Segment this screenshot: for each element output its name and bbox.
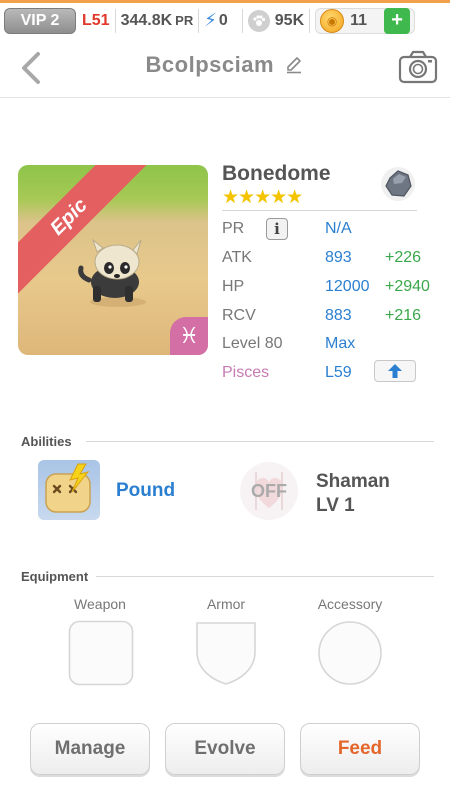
lightning-icon: ⚡ — [204, 10, 217, 30]
coin-icon: ◉ — [320, 8, 345, 33]
zodiac-level: L59 — [325, 364, 352, 381]
stat-label: ATK — [222, 249, 252, 266]
pisces-icon: ♓ — [170, 317, 208, 355]
power-unit: PR — [175, 13, 194, 28]
ability-pound-icon[interactable] — [38, 460, 100, 520]
status-bar: VIP 2 L51 344.8K PR ⚡ 0 95K ◉ 11 + — [0, 0, 450, 38]
stat-row-pr: PR i N/A — [222, 218, 437, 244]
info-icon[interactable]: i — [266, 218, 288, 240]
stat-value: N/A — [325, 220, 352, 237]
passive-state-label: OFF — [251, 481, 287, 501]
page-header: Bcolpsciam — [0, 38, 450, 98]
vip-badge[interactable]: VIP 2 — [4, 7, 76, 34]
zodiac-label: Pisces — [222, 364, 270, 381]
stat-bonus: +2940 — [385, 278, 430, 295]
accessory-label: Accessory — [317, 596, 383, 612]
divider — [222, 210, 417, 211]
pound-ability-icon — [45, 463, 91, 513]
pet-portrait[interactable]: Epic ♓ — [18, 165, 208, 355]
stat-bonus: +216 — [385, 307, 422, 324]
energy-stat[interactable]: ⚡ 0 — [204, 10, 228, 31]
stat-value: 12000 — [325, 278, 370, 295]
power-value: 344.8K — [120, 11, 173, 29]
stat-row-rcv: RCV 883 +216 — [222, 307, 437, 331]
stat-value: 893 — [325, 249, 352, 266]
stat-row-zodiac: Pisces L59 — [222, 360, 437, 388]
coin-value: 11 — [350, 11, 368, 29]
camera-icon — [398, 50, 438, 84]
stat-row-atk: ATK 893 +226 — [222, 249, 437, 273]
divider — [86, 441, 434, 442]
stat-label: PR — [222, 220, 245, 237]
weapon-slot[interactable] — [68, 620, 134, 686]
passive-name: Shaman — [316, 471, 390, 492]
paw-value: 95K — [274, 11, 305, 29]
weapon-label: Weapon — [74, 596, 126, 612]
pet-creature-image — [78, 238, 146, 307]
title-area: Bcolpsciam — [0, 52, 450, 80]
pet-name: Bonedome — [222, 162, 331, 185]
stat-label: RCV — [222, 307, 256, 324]
ability-name[interactable]: Pound — [116, 480, 175, 502]
divider — [241, 8, 243, 33]
abilities-heading: Abilities — [21, 434, 72, 449]
page-title: Bcolpsciam — [145, 52, 275, 77]
stat-label: Level 80 — [222, 335, 283, 352]
stat-value: Max — [325, 335, 356, 352]
energy-value: 0 — [218, 11, 228, 29]
zodiac-upgrade-button[interactable] — [374, 360, 416, 382]
paw-icon — [247, 9, 270, 32]
stat-row-hp: HP 12000 +2940 — [222, 278, 437, 302]
accessory-slot[interactable] — [317, 620, 383, 686]
edit-name-button[interactable] — [284, 55, 304, 80]
stat-row-level: Level 80 Max — [222, 335, 437, 359]
passive-ability-info: Shaman LV 1 — [316, 470, 390, 518]
passive-level: LV 1 — [316, 495, 355, 516]
add-coins-button[interactable]: + — [384, 7, 411, 34]
stat-bonus: +226 — [385, 249, 422, 266]
paw-currency[interactable]: 95K — [247, 9, 305, 32]
feed-button[interactable]: Feed — [300, 723, 420, 775]
evolve-button[interactable]: Evolve — [165, 723, 285, 775]
divider — [114, 8, 116, 33]
stat-value: 883 — [325, 307, 352, 324]
equipment-heading: Equipment — [21, 569, 89, 584]
armor-label: Armor — [206, 596, 246, 612]
rock-type-icon — [381, 167, 415, 201]
manage-button[interactable]: Manage — [30, 723, 150, 775]
divider — [198, 8, 200, 33]
arrow-up-icon — [388, 364, 402, 378]
stat-label: HP — [222, 278, 245, 295]
divider — [96, 576, 434, 577]
power-stat: 344.8K PR — [121, 12, 194, 30]
player-level: L51 — [82, 11, 110, 29]
camera-button[interactable] — [398, 50, 438, 84]
star-rating: ★★★★★ — [222, 187, 303, 208]
coin-balance[interactable]: ◉ 11 + — [315, 7, 416, 34]
armor-slot[interactable] — [193, 620, 259, 686]
divider — [309, 8, 311, 33]
pencil-icon — [287, 57, 302, 74]
